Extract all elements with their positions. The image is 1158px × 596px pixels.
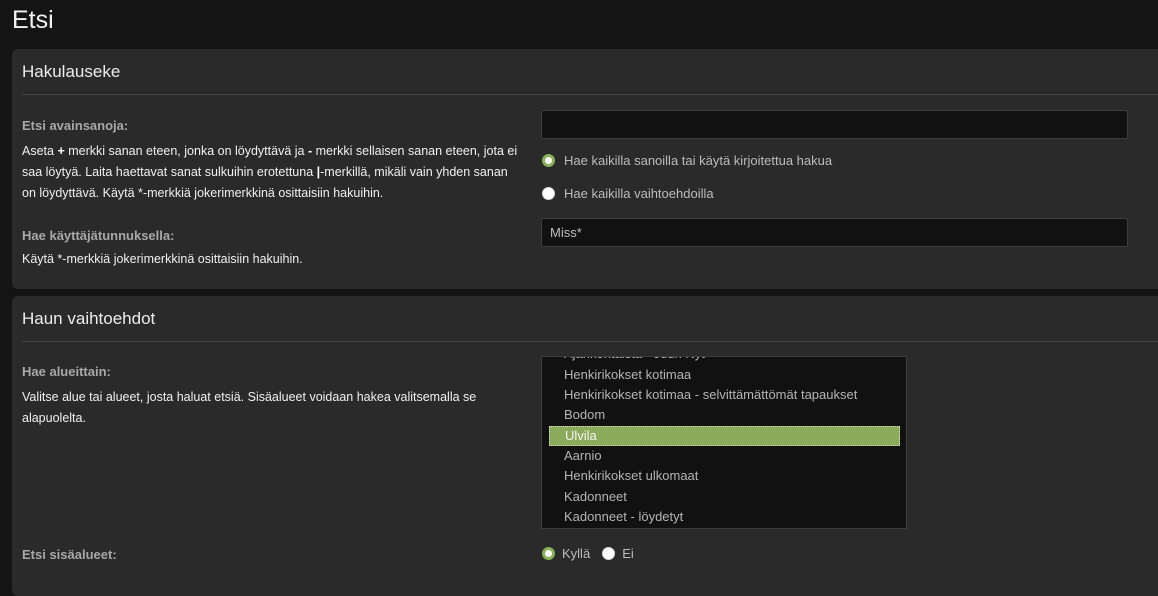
keywords-help: Aseta + merkki sanan eteen, jonka on löy… <box>22 144 518 200</box>
forum-option[interactable]: Ajankohtaista - Juuri Nyt <box>549 357 900 364</box>
search-terms-header: Hakulauseke <box>22 49 1158 95</box>
terms-any-label: Hae kaikilla vaihtoehdoilla <box>564 186 714 201</box>
terms-all-label: Hae kaikilla sanoilla tai käytä kirjoite… <box>564 153 833 168</box>
search-terms-title: Hakulauseke <box>22 62 121 81</box>
terms-any-option[interactable]: Hae kaikilla vaihtoehdoilla <box>542 186 714 201</box>
subforums-no-label: Ei <box>622 546 634 561</box>
forum-option[interactable]: Henkirikokset kotimaa - selvittämättömät… <box>549 385 900 405</box>
forum-option[interactable]: Henkirikokset kotimaa <box>549 365 900 385</box>
terms-all-radio[interactable] <box>542 154 555 167</box>
forum-option-selected[interactable]: Ulvila <box>549 426 900 446</box>
search-terms-panel: Hakulauseke Etsi avainsanoja: Aseta + me… <box>12 49 1158 289</box>
search-options-title: Haun vaihtoehdot <box>22 309 156 328</box>
author-help: Käytä *-merkkiä jokerimerkkinä osittaisi… <box>22 252 303 266</box>
forum-option[interactable]: Aarnio <box>549 446 900 466</box>
forums-help: Valitse alue tai alueet, josta haluat et… <box>22 390 477 425</box>
subforums-no-radio[interactable] <box>602 547 616 560</box>
forum-option[interactable]: Kadonneet <box>549 487 900 507</box>
subforums-yes-label: Kyllä <box>562 546 591 561</box>
subforums-yes-option[interactable]: Kyllä <box>542 546 590 561</box>
keywords-input[interactable] <box>541 110 1128 139</box>
forums-label: Hae alueittain: <box>22 364 111 379</box>
search-options-header: Haun vaihtoehdot <box>22 296 1158 342</box>
terms-all-option[interactable]: Hae kaikilla sanoilla tai käytä kirjoite… <box>542 153 832 168</box>
page-title: Etsi <box>12 6 54 34</box>
author-input[interactable] <box>541 218 1128 247</box>
subforums-options: Kyllä Ei <box>542 546 646 561</box>
keywords-label: Etsi avainsanoja: <box>22 118 129 133</box>
forum-option[interactable]: Kadonneet - löydetyt <box>549 507 900 527</box>
subforums-no-option[interactable]: Ei <box>602 546 634 561</box>
terms-any-radio[interactable] <box>542 187 555 200</box>
forums-listbox[interactable]: Ajankohtaista - Juuri Nyt Henkirikokset … <box>541 356 907 529</box>
forum-option[interactable]: Henkirikokset ulkomaat <box>549 466 900 486</box>
subforums-yes-radio[interactable] <box>542 547 555 560</box>
author-label: Hae käyttäjätunnuksella: <box>22 228 175 243</box>
subforums-label: Etsi sisäalueet: <box>22 547 117 562</box>
search-options-panel: Haun vaihtoehdot Hae alueittain: Valitse… <box>12 296 1158 596</box>
forum-option[interactable]: Bodom <box>549 405 900 425</box>
